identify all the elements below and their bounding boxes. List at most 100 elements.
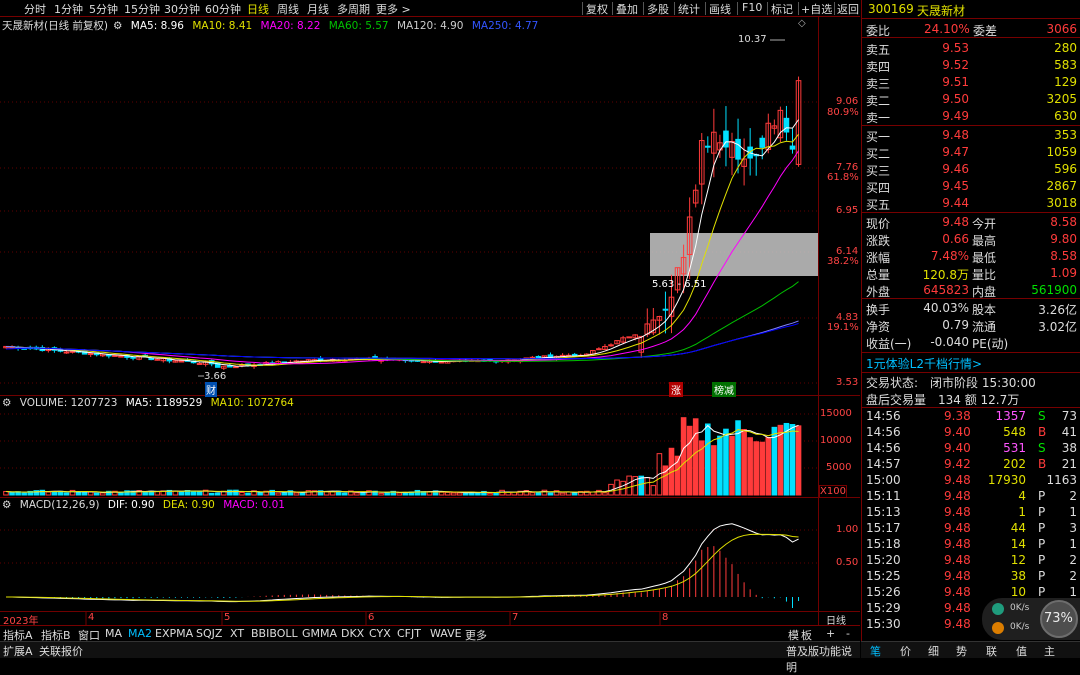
ma120-label: MA120: 4.90	[396, 20, 464, 32]
related-quote-button[interactable]: 关联报价	[39, 643, 83, 659]
volume-bar	[118, 492, 124, 496]
volume-bar	[378, 492, 384, 496]
candle-body	[118, 355, 124, 358]
f10-button[interactable]: F10	[742, 1, 762, 14]
tab-bi[interactable]: 笔	[870, 643, 881, 659]
volume-bar	[596, 489, 602, 496]
tick-count: 21	[1061, 457, 1077, 471]
ask-label: 卖一	[866, 111, 891, 125]
volume-bar	[354, 492, 360, 496]
period-15min[interactable]: 15分钟	[124, 1, 160, 17]
weicha-label: 委差	[973, 24, 998, 38]
tab-zhi[interactable]: 值	[1016, 643, 1027, 659]
zoom-in-button[interactable]: +	[826, 627, 835, 640]
tab-gmma[interactable]: GMMA	[302, 627, 337, 640]
expand-a-button[interactable]: 扩展A	[3, 643, 33, 659]
bid-row: 买四 9.45 2867	[862, 178, 1080, 195]
period-1min[interactable]: 1分钟	[54, 1, 83, 17]
tick-time: 14:56	[866, 441, 901, 455]
dea-label: DEA: 0.90	[162, 499, 215, 511]
quote-label: 涨跌	[866, 234, 891, 248]
fund-value: 0.79	[942, 318, 969, 332]
tick-count: 1163	[1046, 473, 1077, 487]
bang-tag[interactable]: 榜减	[712, 382, 736, 397]
tab-lian[interactable]: 联	[986, 643, 997, 659]
quote-label: 总量	[866, 268, 891, 282]
tab-jia[interactable]: 价	[900, 643, 911, 659]
candle-body	[233, 366, 239, 369]
fuquan-button[interactable]: 复权	[586, 1, 608, 17]
ask-row: 卖四 9.52 583	[862, 57, 1080, 74]
low-annotation: 3.66	[204, 371, 227, 382]
tab-shi[interactable]: 势	[956, 643, 967, 659]
fund-value: -0.040	[930, 335, 969, 349]
tab-ma2[interactable]: MA2	[128, 627, 152, 640]
pct-tick: 19.1%	[827, 322, 859, 333]
tick-time: 15:25	[866, 569, 901, 583]
network-widget[interactable]: 0K/s 0K/s 73%	[982, 598, 1080, 640]
bid-row: 买二 9.47 1059	[862, 144, 1080, 161]
overlay-button[interactable]: 叠加	[616, 1, 638, 17]
period-30min[interactable]: 30分钟	[164, 1, 200, 17]
tab-cyx[interactable]: CYX	[369, 627, 391, 640]
tick-time: 15:20	[866, 553, 901, 567]
tab-wave[interactable]: WAVE	[430, 627, 462, 640]
zoom-out-button[interactable]: -	[846, 627, 850, 640]
tab-xi[interactable]: 细	[928, 643, 939, 659]
multi-stock-button[interactable]: 多股	[647, 1, 669, 17]
tab-cfjt[interactable]: CFJT	[397, 627, 421, 640]
period-daily[interactable]: 日线	[247, 1, 269, 17]
cai-tag[interactable]: 财	[205, 382, 217, 397]
tick-row: 15:00 9.48 17930 1163	[862, 472, 1080, 489]
tick-time: 15:13	[866, 505, 901, 519]
volume-bar	[723, 428, 729, 496]
bid-label: 买一	[866, 130, 891, 144]
gear-icon[interactable]: ⚙	[2, 499, 11, 511]
period-60min[interactable]: 60分钟	[205, 1, 241, 17]
period-fenshi[interactable]: 分时	[24, 1, 46, 17]
after-hours-value: 134 额 12.7万	[938, 393, 1020, 407]
tick-count: 3	[1069, 521, 1077, 535]
candle-body	[178, 360, 185, 363]
tick-price: 9.48	[944, 585, 971, 599]
l2-promo-link[interactable]: 1元体验L2千档行情>	[866, 355, 982, 372]
add-watchlist-button[interactable]: +自选	[801, 1, 832, 17]
volume-bar	[705, 423, 711, 496]
l2-promo[interactable]: 1元体验L2千档行情>	[862, 354, 1080, 371]
gear-icon[interactable]: ⚙	[2, 397, 11, 409]
tick-count: 41	[1061, 425, 1077, 439]
gear-icon[interactable]: ⚙	[113, 20, 122, 32]
price-tick: 6.95	[836, 205, 859, 216]
kline-chart[interactable]: ◇	[0, 17, 860, 625]
zhang-tag[interactable]: 涨	[669, 382, 683, 397]
tick-count: 2	[1069, 569, 1077, 583]
period-weekly[interactable]: 周线	[277, 1, 299, 17]
tab-sqjz[interactable]: SQJZ	[196, 627, 222, 640]
help-link[interactable]: 普及版功能说明	[786, 643, 860, 675]
draw-line-button[interactable]: 画线	[709, 1, 731, 17]
period-5min[interactable]: 5分钟	[89, 1, 118, 17]
dif-label: DIF: 0.90	[107, 499, 155, 511]
period-more[interactable]: 更多 >	[376, 1, 411, 17]
volume-bar	[208, 492, 215, 496]
period-monthly[interactable]: 月线	[307, 1, 329, 17]
tick-count: 2	[1069, 489, 1077, 503]
period-multi[interactable]: 多周期	[337, 1, 370, 17]
tick-volume: 10	[1010, 585, 1026, 599]
back-button[interactable]: 返回	[837, 1, 859, 17]
tick-direction: P	[1038, 537, 1046, 551]
tab-xt[interactable]: XT	[230, 627, 244, 640]
volume-bar	[547, 492, 554, 496]
tab-zhu[interactable]: 主	[1044, 643, 1055, 659]
volume-bar	[686, 425, 693, 496]
ask-price: 9.53	[942, 41, 969, 55]
vol-ma10-label: MA10: 1072764	[210, 397, 294, 409]
stats-button[interactable]: 统计	[678, 1, 700, 17]
tab-expma[interactable]: EXPMA	[155, 627, 193, 640]
tab-dkx[interactable]: DKX	[341, 627, 364, 640]
tick-price: 9.42	[944, 457, 971, 471]
tab-ma[interactable]: MA	[105, 627, 122, 640]
mark-button[interactable]: 标记	[771, 1, 793, 17]
price-tick: 9.06	[836, 96, 859, 107]
tab-bbiboll[interactable]: BBIBOLL	[251, 627, 298, 640]
